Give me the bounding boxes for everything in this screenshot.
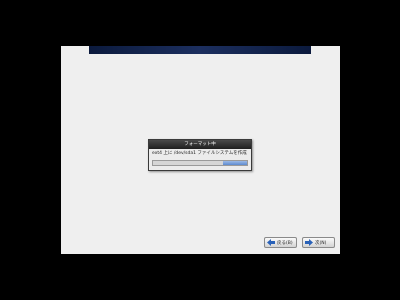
back-button[interactable]: 戻る(B)	[264, 237, 297, 248]
next-button-label: 次(N)	[315, 240, 327, 246]
back-button-label: 戻る(B)	[277, 240, 293, 246]
arrow-right-icon	[305, 239, 313, 246]
progress-bar	[152, 160, 248, 166]
screen: フォーマット中 ext4 上に /dev/sda1 ファイルシステムを作成 戻る…	[0, 0, 400, 300]
header-banner	[89, 46, 311, 54]
next-button[interactable]: 次(N)	[302, 237, 335, 248]
formatting-dialog: フォーマット中 ext4 上に /dev/sda1 ファイルシステムを作成	[148, 139, 252, 171]
dialog-title: フォーマット中	[149, 140, 251, 149]
arrow-left-icon	[267, 239, 275, 246]
dialog-message: ext4 上に /dev/sda1 ファイルシステムを作成	[152, 151, 247, 156]
progress-bar-fill	[222, 161, 247, 165]
installer-window: フォーマット中 ext4 上に /dev/sda1 ファイルシステムを作成 戻る…	[61, 46, 340, 254]
